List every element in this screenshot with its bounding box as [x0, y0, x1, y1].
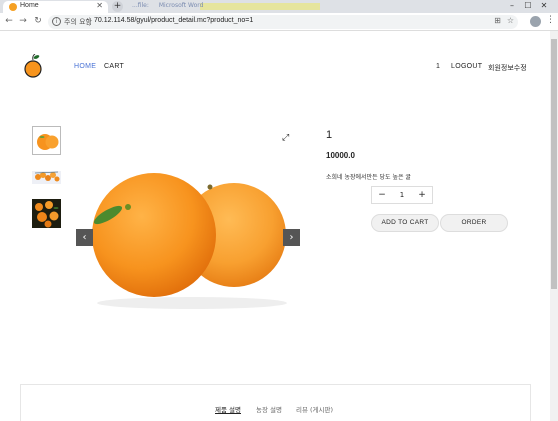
- prev-image-button[interactable]: ‹: [76, 229, 93, 246]
- quantity-increase-button[interactable]: +: [412, 187, 432, 203]
- minimize-icon[interactable]: –: [504, 1, 520, 10]
- blurred-tab-2[interactable]: Microsoft Word: [159, 2, 204, 9]
- product-main-image: [92, 173, 287, 309]
- url-separator: [89, 17, 90, 26]
- url-text[interactable]: 70.12.114.58/gyul/product_detail.mc?prod…: [94, 17, 253, 24]
- logout-link[interactable]: LOGOUT: [451, 63, 482, 70]
- tangerine-bunch-thumbnail-image: [32, 171, 61, 184]
- browser-menu-icon[interactable]: ⋮: [546, 15, 555, 25]
- member-edit-link[interactable]: 회원정보수정: [488, 63, 527, 73]
- forward-icon[interactable]: →: [18, 16, 28, 26]
- thumbnail-2[interactable]: [32, 163, 61, 192]
- omnibox[interactable]: i 주의 요함 70.12.114.58/gyul/product_detail…: [48, 15, 518, 29]
- cart-count[interactable]: 1: [436, 63, 440, 70]
- next-image-button[interactable]: ›: [283, 229, 300, 246]
- maximize-icon[interactable]: ☐: [520, 1, 536, 10]
- product-price: 10000.0: [326, 151, 355, 160]
- add-to-cart-button[interactable]: ADD TO CART: [371, 214, 439, 232]
- blurred-tab-highlight: [200, 3, 320, 10]
- quantity-value[interactable]: 1: [392, 187, 412, 203]
- browser-tab-bar: Home ✕ + ...file: Microsoft Word – ☐ ✕: [0, 0, 558, 13]
- close-window-icon[interactable]: ✕: [536, 1, 552, 10]
- expand-icon[interactable]: ⤢: [282, 133, 289, 143]
- browser-tab-title: Home: [20, 2, 39, 9]
- nav-cart-link[interactable]: CART: [104, 63, 124, 70]
- tangerine-thumbnail-image: [37, 134, 59, 150]
- product-name: 1: [326, 129, 333, 141]
- security-label[interactable]: 주의 요함: [64, 17, 92, 27]
- omnibox-icons: ⊞ ☆: [488, 16, 514, 25]
- reload-icon[interactable]: ↻: [33, 16, 43, 26]
- close-tab-icon[interactable]: ✕: [96, 1, 103, 10]
- favicon-icon: [9, 3, 17, 11]
- page-scrollbar[interactable]: [550, 31, 558, 421]
- back-icon[interactable]: ←: [4, 16, 14, 26]
- quantity-decrease-button[interactable]: −: [372, 187, 392, 203]
- tangerines-dark-thumbnail-image: [32, 199, 61, 228]
- new-tab-button[interactable]: +: [112, 1, 123, 12]
- bookmark-star-icon[interactable]: ☆: [507, 16, 514, 25]
- thumbnail-3[interactable]: [32, 199, 61, 228]
- product-detail-tabs-panel: [20, 384, 531, 421]
- profile-avatar[interactable]: [530, 16, 541, 27]
- scrollbar-thumb[interactable]: [551, 39, 557, 289]
- blurred-tabs: ...file: Microsoft Word: [132, 2, 211, 11]
- quantity-stepper: − 1 +: [371, 186, 433, 204]
- info-icon[interactable]: i: [52, 17, 61, 26]
- browser-tab-home[interactable]: Home ✕: [3, 1, 108, 13]
- orange-logo-icon[interactable]: [23, 54, 43, 78]
- product-description: 소희네 농장에서만든 당도 높은 귤: [326, 174, 411, 181]
- blurred-tab-1[interactable]: ...file:: [132, 2, 149, 9]
- window-controls: – ☐ ✕: [504, 1, 552, 10]
- translate-icon[interactable]: ⊞: [494, 16, 501, 25]
- tab-reviews[interactable]: 리뷰 (게시판): [296, 404, 333, 414]
- order-button[interactable]: ORDER: [440, 214, 508, 232]
- address-bar: ← → ↻ i 주의 요함 70.12.114.58/gyul/product_…: [0, 13, 558, 31]
- tab-farm-description[interactable]: 농장 설명: [256, 404, 282, 414]
- tab-product-description[interactable]: 제품 설명: [215, 404, 241, 414]
- nav-home-link[interactable]: HOME: [74, 63, 96, 70]
- thumbnail-1[interactable]: [32, 126, 61, 155]
